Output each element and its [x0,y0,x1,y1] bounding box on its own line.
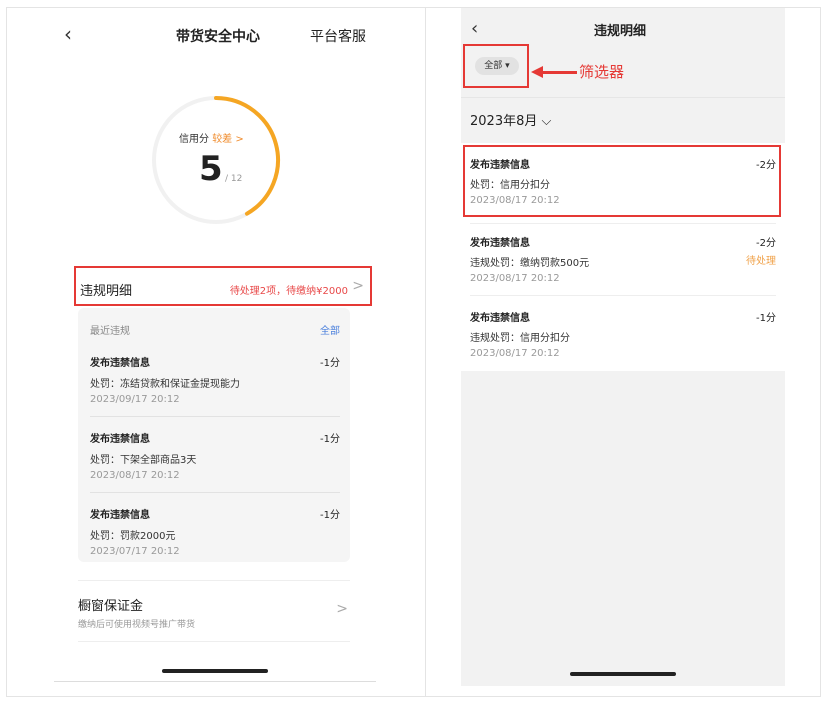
violation-points: -1分 [756,313,776,324]
filter-dropdown[interactable]: 全部 ▾ [475,57,519,75]
credit-score: 5 [199,149,223,189]
divider [470,223,776,224]
violation-date: 2023/09/17 20:12 [90,394,180,405]
violation-penalty: 违规处罚：缴纳罚款500元 [470,258,590,269]
credit-gauge-arc [214,96,280,216]
divider [461,97,785,98]
arrow-line [541,71,577,74]
column-divider [425,7,426,697]
credit-level-link[interactable]: 较差 > [212,134,244,145]
violation-penalty: 处罚：冻结贷款和保证金提现能力 [90,379,240,390]
recent-violations-card: 最近违规 全部 发布违禁信息 -1分 处罚：冻结贷款和保证金提现能力 2023/… [78,308,350,562]
divider [90,492,340,493]
credit-label-text: 信用分 [179,134,209,145]
violation-points: -1分 [320,434,340,445]
violation-date: 2023/08/17 20:12 [90,470,180,481]
divider [90,416,340,417]
back-chevron-icon[interactable]: ‹ [471,18,478,39]
violation-title: 发布违禁信息 [90,434,150,445]
back-chevron-icon[interactable]: ‹ [64,24,72,44]
credit-total: / 12 [225,174,243,184]
header-area: ‹ 违规明细 全部 ▾ 筛选器 2023年8月 ⌵ [461,8,785,143]
violation-title: 发布违禁信息 [470,238,530,249]
pending-badge: 待处理 [746,256,776,267]
violation-title: 发布违禁信息 [90,358,150,369]
list-item[interactable]: 发布违禁信息 -1分 处罚：冻结贷款和保证金提现能力 2023/09/17 20… [90,354,342,405]
page-title: 违规明细 [594,24,647,39]
home-indicator[interactable] [162,669,268,673]
violation-penalty: 处罚：罚款2000元 [90,531,176,542]
divider [54,681,376,682]
view-all-link[interactable]: 全部 [320,322,340,337]
list-item[interactable]: 发布违禁信息 -2分 待处理 违规处罚：缴纳罚款500元 2023/08/17 … [470,234,776,284]
violation-penalty: 违规处罚：信用分扣分 [470,333,570,344]
chevron-right-icon: > [352,278,364,294]
deposit-subtitle: 缴纳后可使用视频号推广带货 [78,620,196,630]
violation-title: 发布违禁信息 [90,510,150,521]
deposit-title: 橱窗保证金 [78,599,144,614]
violation-date: 2023/08/17 20:12 [470,348,560,359]
violation-date: 2023/08/17 20:12 [470,273,560,284]
violation-details-title: 违规明细 [80,284,133,299]
home-indicator[interactable] [570,672,676,676]
violation-penalty: 处罚：下架全部商品3天 [90,455,197,466]
chevron-right-icon: > [336,601,348,617]
filter-highlight: 全部 ▾ [463,44,529,88]
violation-title: 发布违禁信息 [470,313,530,324]
violation-details-screen: ‹ 违规明细 全部 ▾ 筛选器 2023年8月 ⌵ 发布违禁信息 -2分 处罚：… [461,8,785,686]
entry-highlight [463,145,781,217]
violation-points: -1分 [320,358,340,369]
divider [470,295,776,296]
customer-service-link[interactable]: 平台客服 [310,26,366,46]
month-selector[interactable]: 2023年8月 ⌵ [470,110,551,129]
credit-label: 信用分 较差 > [179,130,244,145]
violation-status: 待处理2项，待缴纳¥2000 [229,286,348,297]
violation-details-row[interactable]: 违规明细 待处理2项，待缴纳¥2000 > [74,266,372,306]
safety-center-screen: ‹ 带货安全中心 平台客服 信用分 较差 > 5 / 12 违规明细 待处理2项… [54,8,376,681]
list-item[interactable]: 发布违禁信息 -1分 处罚：罚款2000元 2023/07/17 20:12 [90,506,342,557]
list-item[interactable]: 发布违禁信息 -1分 违规处罚：信用分扣分 2023/08/17 20:12 [470,309,776,359]
violation-points: -2分 [756,238,776,249]
page-title: 带货安全中心 [176,29,260,45]
window-deposit-row[interactable]: 橱窗保证金 缴纳后可使用视频号推广带货 > [78,580,350,642]
recent-violations-heading: 最近违规 [90,326,130,337]
violation-points: -1分 [320,510,340,521]
list-item[interactable]: 发布违禁信息 -1分 处罚：下架全部商品3天 2023/08/17 20:12 [90,430,342,481]
filter-annotation: 筛选器 [579,63,625,81]
violation-date: 2023/07/17 20:12 [90,546,180,557]
